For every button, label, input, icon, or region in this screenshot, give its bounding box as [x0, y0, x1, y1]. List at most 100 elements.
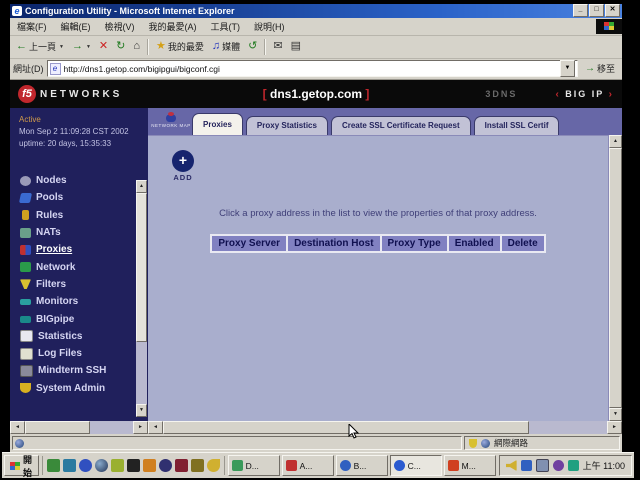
proxy-table: Proxy Server Destination Host Proxy Type… [210, 234, 545, 253]
sidebar-item-proxies[interactable]: Proxies [10, 241, 148, 258]
forward-button[interactable]: → ▼ [68, 39, 95, 54]
add-proxy-button[interactable]: + ADD [168, 150, 198, 182]
mail-button[interactable]: ✉ [269, 39, 286, 54]
sidebar-item-system-admin[interactable]: System Admin [10, 380, 148, 397]
taskbar-window-button[interactable]: B... [336, 455, 388, 476]
scrollbar-track[interactable] [136, 342, 147, 404]
network-map-logo[interactable]: NETWORK MAP [150, 108, 192, 135]
volume-icon[interactable] [506, 460, 517, 471]
menu-tools[interactable]: 工具(T) [204, 18, 248, 35]
scroll-up-icon[interactable]: ▲ [136, 180, 147, 193]
sidebar-item-nodes[interactable]: Nodes [10, 172, 148, 189]
col-destination-host[interactable]: Destination Host [288, 236, 379, 251]
forward-dropdown-icon[interactable]: ▼ [86, 44, 91, 50]
tab-proxy-statistics[interactable]: Proxy Statistics [246, 116, 328, 135]
scrollbar-track[interactable] [25, 421, 133, 434]
close-button[interactable]: ✕ [605, 4, 620, 17]
quick-launch-icon[interactable] [63, 459, 76, 472]
media-button[interactable]: ♫ 媒體 [208, 38, 244, 55]
sidebar-horizontal-scrollbar[interactable]: ◄ ► [10, 421, 148, 434]
quick-launch-icon[interactable] [143, 459, 156, 472]
back-button[interactable]: ← 上一頁 ▼ [12, 38, 68, 55]
col-delete[interactable]: Delete [502, 236, 544, 251]
stop-button[interactable]: ✕ [95, 39, 112, 54]
tray-icon[interactable] [553, 460, 564, 471]
quick-launch-icon[interactable] [111, 459, 124, 472]
minimize-button[interactable]: _ [573, 4, 588, 17]
start-button[interactable]: 開始 [4, 455, 39, 476]
sidebar-scrollbar[interactable]: ▲ ▼ [136, 180, 147, 417]
sidebar-item-nats[interactable]: NATs [10, 224, 148, 241]
content-vertical-scrollbar[interactable]: ▲ ▼ [608, 135, 622, 421]
quick-launch-icon[interactable] [175, 459, 188, 472]
refresh-button[interactable]: ↻ [112, 39, 129, 54]
quick-launch-icon[interactable] [207, 459, 220, 472]
title-bar[interactable]: e Configuration Utility - Microsoft Inte… [10, 4, 622, 18]
taskbar-window-button-active[interactable]: C... [390, 455, 442, 476]
scroll-right-icon[interactable]: ► [133, 421, 148, 434]
system-admin-icon [20, 383, 31, 393]
scrollbar-thumb[interactable] [25, 421, 90, 434]
taskbar-window-button[interactable]: A... [282, 455, 334, 476]
sidebar-item-pools[interactable]: Pools [10, 189, 148, 206]
favorites-button[interactable]: ★ 我的最愛 [152, 38, 208, 55]
quick-launch-icon[interactable] [47, 459, 60, 472]
scroll-right-icon[interactable]: ► [607, 421, 622, 434]
forward-icon: → [72, 41, 83, 52]
tray-icon[interactable] [521, 460, 532, 471]
menu-view[interactable]: 檢視(V) [98, 18, 142, 35]
tab-install-ssl-certificate[interactable]: Install SSL Certif [474, 116, 560, 135]
sidebar-item-mindterm-ssh[interactable]: Mindterm SSH [10, 362, 148, 379]
tab-create-ssl-certificate-request[interactable]: Create SSL Certificate Request [331, 116, 471, 135]
print-button[interactable]: ▤ [287, 39, 305, 54]
tab-proxies[interactable]: Proxies [192, 113, 243, 135]
content-frame: NETWORK MAP Proxies Proxy Statistics Cre… [148, 108, 622, 421]
scroll-left-icon[interactable]: ◄ [148, 421, 163, 434]
sidebar-item-log-files[interactable]: Log Files [10, 345, 148, 362]
sidebar-item-label: System Admin [36, 383, 105, 394]
windows-start-icon [10, 462, 20, 470]
scroll-down-icon[interactable]: ▼ [136, 404, 147, 417]
display-icon[interactable] [536, 459, 549, 472]
address-dropdown-icon[interactable]: ▼ [560, 60, 575, 77]
scrollbar-track[interactable] [163, 421, 607, 434]
quick-launch-icon[interactable] [191, 459, 204, 472]
sidebar-item-rules[interactable]: Rules [10, 207, 148, 224]
quick-launch-icon[interactable] [159, 459, 172, 472]
maximize-button[interactable]: □ [589, 4, 604, 17]
tray-icon[interactable] [568, 460, 579, 471]
scrollbar-thumb[interactable] [609, 148, 622, 408]
menu-file[interactable]: 檔案(F) [10, 18, 54, 35]
address-input[interactable] [64, 64, 557, 74]
scrollbar-thumb[interactable] [136, 193, 147, 342]
ie-window: e Configuration Utility - Microsoft Inte… [10, 4, 622, 452]
scroll-up-icon[interactable]: ▲ [609, 135, 622, 148]
sidebar-item-network[interactable]: Network [10, 258, 148, 275]
content-horizontal-scrollbar[interactable]: ◄ ► [148, 421, 622, 434]
scroll-left-icon[interactable]: ◄ [10, 421, 25, 434]
col-proxy-server[interactable]: Proxy Server [212, 236, 286, 251]
quick-launch-icon[interactable] [127, 459, 140, 472]
scroll-down-icon[interactable]: ▼ [609, 408, 622, 421]
col-enabled[interactable]: Enabled [449, 236, 500, 251]
quick-launch-icon[interactable] [95, 459, 108, 472]
menu-help[interactable]: 說明(H) [247, 18, 292, 35]
col-proxy-type[interactable]: Proxy Type [382, 236, 447, 251]
sidebar-item-bigpipe[interactable]: BIGpipe [10, 310, 148, 327]
quick-launch-icon[interactable] [79, 459, 92, 472]
add-label: ADD [168, 173, 198, 182]
go-button[interactable]: → 移至 [581, 61, 619, 76]
back-dropdown-icon[interactable]: ▼ [59, 44, 64, 50]
history-button[interactable]: ↺ [244, 39, 261, 54]
sidebar-item-label: Mindterm SSH [38, 365, 106, 376]
menu-edit[interactable]: 編輯(E) [54, 18, 98, 35]
sidebar-item-filters[interactable]: Filters [10, 276, 148, 293]
taskbar-window-button[interactable]: M... [444, 455, 496, 476]
scrollbar-thumb[interactable] [163, 421, 529, 434]
sidebar-item-monitors[interactable]: Monitors [10, 293, 148, 310]
menu-favorites[interactable]: 我的最愛(A) [142, 18, 204, 35]
taskbar-window-button[interactable]: D... [228, 455, 280, 476]
home-button[interactable]: ⌂ [129, 39, 144, 54]
sidebar-item-statistics[interactable]: Statistics [10, 328, 148, 345]
refresh-icon: ↻ [116, 41, 125, 52]
